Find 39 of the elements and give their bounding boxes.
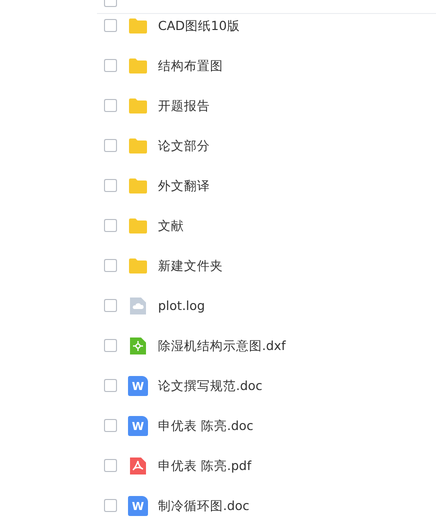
folder-icon (128, 96, 148, 116)
crosshair-file-icon (128, 336, 148, 356)
file-name[interactable]: 外文翻译 (158, 176, 210, 196)
checkbox[interactable] (104, 459, 117, 472)
folder-icon (128, 256, 148, 276)
file-name[interactable]: 除湿机结构示意图.dxf (158, 336, 286, 356)
checkbox[interactable] (104, 99, 117, 112)
word-file-icon: W (128, 376, 148, 396)
cloud-file-icon (128, 296, 148, 316)
file-name[interactable]: 论文部分 (158, 136, 210, 156)
file-name[interactable]: 制冷循环图.doc (158, 496, 250, 516)
folder-icon (128, 216, 148, 236)
file-name[interactable]: 结构布置图 (158, 56, 223, 76)
folder-icon (128, 136, 148, 156)
checkbox[interactable] (104, 179, 117, 192)
checkbox[interactable] (104, 379, 117, 392)
file-name[interactable]: CAD图纸10版 (158, 16, 240, 36)
checkbox[interactable] (104, 139, 117, 152)
pdf-file-icon (128, 456, 148, 476)
file-name[interactable]: 新建文件夹 (158, 256, 223, 276)
folder-icon (128, 56, 148, 76)
word-file-icon: W (128, 416, 148, 436)
checkbox[interactable] (104, 19, 117, 32)
file-name[interactable]: 申优表 陈亮.pdf (158, 456, 252, 476)
checkbox[interactable] (104, 339, 117, 352)
file-name[interactable]: 文献 (158, 216, 184, 236)
checkbox[interactable] (104, 259, 117, 272)
folder-icon (128, 16, 148, 36)
checkbox[interactable] (104, 59, 117, 72)
file-name[interactable]: plot.log (158, 296, 205, 316)
word-file-icon: W (128, 496, 148, 516)
file-name[interactable]: 开题报告 (158, 96, 210, 116)
checkbox[interactable] (104, 499, 117, 512)
checkbox[interactable] (104, 419, 117, 432)
checkbox[interactable] (104, 219, 117, 232)
checkbox[interactable] (104, 299, 117, 312)
file-name[interactable]: 申优表 陈亮.doc (158, 416, 254, 436)
folder-icon (128, 176, 148, 196)
file-name[interactable]: 论文撰写规范.doc (158, 376, 262, 396)
